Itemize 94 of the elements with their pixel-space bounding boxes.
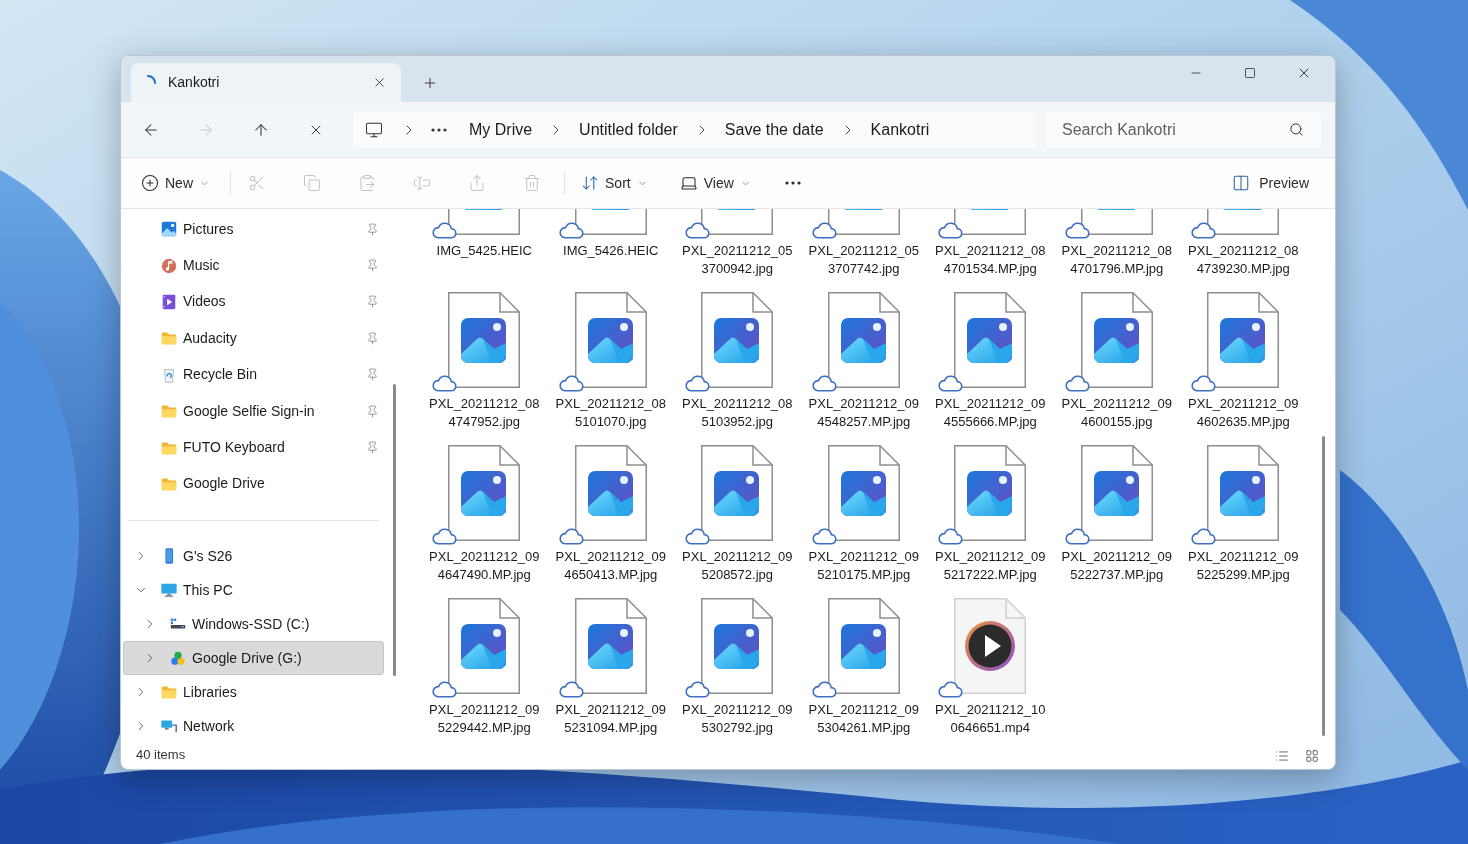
maximize-icon <box>1244 67 1256 79</box>
file-name: PXL_20211212_08 5103952.jpg <box>682 395 793 431</box>
file-name: PXL_20211212_09 4602635.MP.jpg <box>1188 395 1299 431</box>
navigation-item[interactable]: Network <box>123 709 384 744</box>
image-file-icon <box>954 445 1027 541</box>
view-button[interactable]: View <box>673 166 757 200</box>
file-name: PXL_20211212_09 5231094.MP.jpg <box>555 701 666 737</box>
pin-icon[interactable] <box>366 259 379 273</box>
image-file-icon <box>574 598 647 694</box>
navigation-item[interactable]: Google Drive <box>123 465 384 503</box>
picture-icon <box>160 220 178 239</box>
image-file-icon <box>701 598 774 694</box>
grid-view-icon <box>1305 749 1319 763</box>
pin-icon[interactable] <box>366 368 379 382</box>
file-name: PXL_20211212_09 5217222.MP.jpg <box>935 548 1046 584</box>
breadcrumb-item[interactable]: Save the date <box>724 117 824 142</box>
navigation-item[interactable]: Libraries <box>123 675 384 710</box>
pin-icon[interactable] <box>366 222 379 236</box>
breadcrumb-item[interactable]: My Drive <box>469 117 533 142</box>
file-name: PXL_20211212_05 3707742.jpg <box>808 242 919 278</box>
pin-icon[interactable] <box>366 295 379 309</box>
scrollbar-thumb[interactable] <box>1322 436 1325 736</box>
monitor-icon <box>160 581 178 600</box>
file-name: PXL_20211212_09 4548257.MP.jpg <box>808 395 919 431</box>
image-file-icon <box>827 292 900 388</box>
file-name: PXL_20211212_09 5208572.jpg <box>682 548 793 584</box>
plus-icon <box>422 75 438 91</box>
image-file-icon <box>448 598 521 694</box>
file-name: PXL_20211212_09 5304261.MP.jpg <box>808 701 919 737</box>
image-file-icon <box>1207 292 1280 388</box>
file-name: PXL_20211212_08 4739230.MP.jpg <box>1188 242 1299 278</box>
image-file-icon <box>448 292 521 388</box>
search-icon <box>1289 121 1304 137</box>
image-file-icon <box>827 445 900 541</box>
image-file-icon <box>1080 445 1153 541</box>
file-name: PXL_20211212_08 4747952.jpg <box>429 395 540 431</box>
image-file-icon <box>1207 445 1280 541</box>
file-name: PXL_20211212_09 4600155.jpg <box>1061 395 1172 431</box>
file-name: PXL_20211212_09 4647490.MP.jpg <box>429 548 540 584</box>
breadcrumb-item[interactable]: Kankotri <box>870 117 930 142</box>
file-name: PXL_20211212_09 5225299.MP.jpg <box>1188 548 1299 584</box>
file-name: PXL_20211212_09 4650413.MP.jpg <box>555 548 666 584</box>
breadcrumb-item[interactable]: Untitled folder <box>579 117 678 142</box>
search-field[interactable]: Search Kankotri <box>1046 111 1321 148</box>
navigation-item[interactable]: Recycle Bin <box>123 356 384 393</box>
file-name: PXL_20211212_08 4701796.MP.jpg <box>1061 242 1172 278</box>
file-name: IMG_5425.HEIC <box>436 242 532 260</box>
image-file-icon <box>574 445 647 541</box>
list-view-icon <box>1275 749 1289 763</box>
navigation-item[interactable]: This PC <box>123 573 384 608</box>
video-file-icon <box>954 598 1027 694</box>
file-name: IMG_5426.HEIC <box>563 242 659 260</box>
pin-icon[interactable] <box>366 404 379 418</box>
navigation-item[interactable]: Google Drive (G:) <box>123 641 384 676</box>
navigation-item[interactable]: Videos <box>123 283 384 321</box>
file-name: PXL_20211212_05 3700942.jpg <box>682 242 793 278</box>
navigation-item[interactable]: G's S26 <box>123 539 384 574</box>
music-note-icon <box>160 256 178 275</box>
sort-button[interactable]: Sort <box>575 166 654 200</box>
circles-logo-icon <box>169 649 187 668</box>
image-file-icon <box>448 445 521 541</box>
file-name: PXL_20211212_09 4555666.MP.jpg <box>935 395 1046 431</box>
navigation-item[interactable]: FUTO Keyboard <box>123 429 384 466</box>
preview-button[interactable]: Preview <box>1226 166 1315 200</box>
file-name: PXL_20211212_09 5222737.MP.jpg <box>1061 548 1172 584</box>
image-file-icon <box>1080 292 1153 388</box>
more-icon[interactable] <box>431 127 447 132</box>
navigation-item[interactable]: Music <box>123 247 384 284</box>
image-file-icon <box>701 445 774 541</box>
image-file-icon <box>827 598 900 694</box>
file-name: PXL_20211212_09 5210175.MP.jpg <box>808 548 919 584</box>
video-icon <box>160 292 178 311</box>
pin-icon[interactable] <box>366 331 379 345</box>
pin-icon[interactable] <box>366 441 379 455</box>
monitor-icon <box>365 120 383 139</box>
navigation-item[interactable]: Audacity <box>123 320 384 357</box>
more-icon[interactable] <box>784 181 801 185</box>
image-file-icon <box>574 292 647 388</box>
navigation-item[interactable]: Pictures <box>123 211 384 248</box>
image-file-icon <box>954 292 1027 388</box>
file-name: PXL_20211212_08 4701534.MP.jpg <box>935 242 1046 278</box>
navigation-item[interactable]: Google Selfie Sign-in <box>123 392 384 430</box>
panel-icon <box>1232 174 1251 192</box>
address-field[interactable]: My Drive Untitled folder Save the date Kankotri <box>353 111 1036 148</box>
navigation-item[interactable]: Windows-SSD (C:) <box>123 607 384 642</box>
file-name: PXL_20211212_09 5229442.MP.jpg <box>429 701 540 737</box>
file-name: PXL_20211212_08 5101070.jpg <box>555 395 666 431</box>
file-name: PXL_20211212_10 0646651.mp4 <box>935 701 1046 737</box>
image-file-icon <box>701 292 774 388</box>
new-button[interactable]: New <box>135 166 216 200</box>
scrollbar-thumb[interactable] <box>393 384 396 676</box>
item-count: 40 items <box>136 747 186 763</box>
file-name: PXL_20211212_09 5302792.jpg <box>682 701 793 737</box>
folder-tab[interactable]: Kankotri <box>131 63 401 102</box>
